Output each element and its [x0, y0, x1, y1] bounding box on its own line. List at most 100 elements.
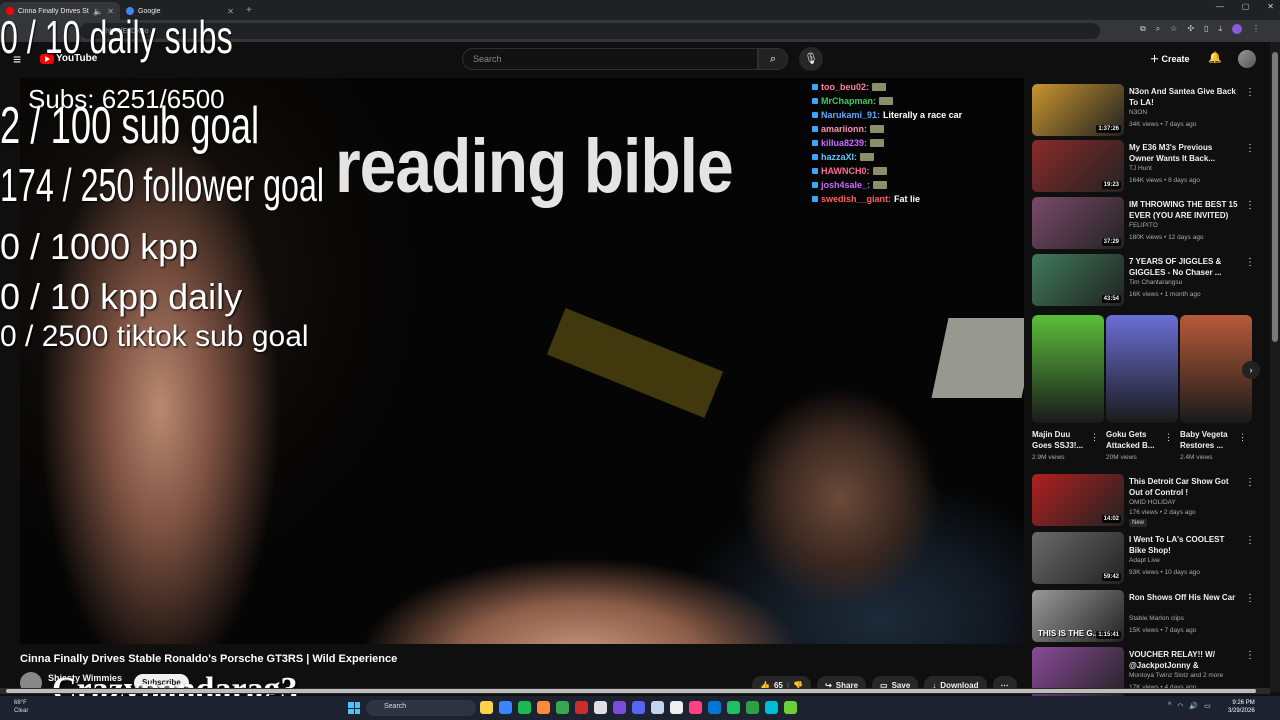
menu-kebab-icon[interactable]: ⋮	[1252, 24, 1260, 34]
more-options-icon[interactable]: ⋮	[1245, 650, 1255, 661]
new-tab-icon[interactable]: +	[246, 5, 252, 16]
sidebar-channel-name[interactable]: Adapt Live	[1129, 557, 1160, 564]
video-thumbnail[interactable]: 37:29	[1032, 197, 1124, 249]
video-thumbnail[interactable]: 19:23	[1032, 140, 1124, 192]
close-window-icon[interactable]: ✕	[1267, 2, 1274, 11]
more-options-icon[interactable]: ⋮	[1245, 257, 1255, 268]
sidebar-channel-name[interactable]: FELIPITO	[1129, 222, 1158, 229]
sidebar-video-title[interactable]: N3on And Santea Give Back To LA!	[1129, 86, 1239, 108]
taskbar-app-icon[interactable]	[613, 701, 626, 714]
taskbar-app-icon[interactable]	[594, 701, 607, 714]
volume-icon[interactable]: 🔊	[1189, 702, 1198, 710]
sidebar-channel-name[interactable]: OMID HOLIDAY	[1129, 499, 1176, 506]
taskbar-app-icon[interactable]	[499, 701, 512, 714]
sidebar-channel-name[interactable]: Tim Chantarangsu	[1129, 279, 1182, 286]
short-more-icon[interactable]: ⋮	[1238, 432, 1247, 443]
short-thumbnail[interactable]	[1032, 315, 1104, 423]
wifi-icon[interactable]: ◠	[1177, 702, 1183, 710]
more-options-icon[interactable]: ⋮	[1245, 477, 1255, 488]
create-button[interactable]: ＋ Create	[1150, 52, 1190, 65]
bookmark-star-icon[interactable]: ☆	[1170, 24, 1177, 34]
short-title[interactable]: Majin Duu Goes SSJ3!...	[1032, 429, 1092, 451]
chat-username[interactable]: too_beu02:	[821, 82, 869, 92]
sidebar-video-title[interactable]: This Detroit Car Show Got Out of Control…	[1129, 476, 1239, 498]
sidebar-channel-name[interactable]: N3ON	[1129, 109, 1147, 116]
profile-avatar[interactable]	[1232, 24, 1242, 34]
taskbar-app-icon[interactable]	[765, 701, 778, 714]
more-options-icon[interactable]: ⋮	[1245, 593, 1255, 604]
sidebar-video-item[interactable]: 19:23 My E36 M3's Previous Owner Wants It…	[1032, 140, 1262, 194]
url-field[interactable]: ...hUMfEdDX5o	[80, 23, 1100, 39]
vertical-scrollbar[interactable]	[1270, 42, 1280, 692]
taskbar-app-icon[interactable]	[556, 701, 569, 714]
chat-username[interactable]: killua8239:	[821, 138, 867, 148]
extensions-icon[interactable]: ✣	[1187, 24, 1194, 34]
sidebar-channel-name[interactable]: Stable Marlon clips	[1129, 615, 1184, 622]
windows-start-icon[interactable]	[348, 702, 360, 714]
short-more-icon[interactable]: ⋮	[1090, 432, 1099, 443]
chat-username[interactable]: josh4sale_:	[821, 180, 870, 190]
user-avatar[interactable]	[1238, 50, 1256, 68]
more-options-icon[interactable]: ⋮	[1245, 143, 1255, 154]
video-thumbnail[interactable]: 59:42	[1032, 532, 1124, 584]
short-title[interactable]: Goku Gets Attacked B...	[1106, 429, 1166, 451]
chat-username[interactable]: amariionn:	[821, 124, 867, 134]
taskbar-app-icon[interactable]	[518, 701, 531, 714]
shorts-next-icon[interactable]: ›	[1242, 361, 1260, 379]
taskbar-app-icon[interactable]	[689, 701, 702, 714]
taskbar-app-icon[interactable]	[784, 701, 797, 714]
short-title[interactable]: Baby Vegeta Restores ...	[1180, 429, 1240, 451]
chat-username[interactable]: Narukami_91:	[821, 110, 880, 120]
sidebar-video-item[interactable]: 1:37:26 N3on And Santea Give Back To LA! N…	[1032, 84, 1262, 138]
voice-search-button[interactable]: 🎙	[799, 47, 823, 71]
download-icon[interactable]: ⤓	[1218, 24, 1222, 34]
horizontal-scroll-thumb[interactable]	[6, 689, 1256, 693]
video-thumbnail[interactable]: THIS IS THE G... 1:15:41	[1032, 590, 1124, 642]
horizontal-scrollbar[interactable]	[0, 688, 1270, 694]
taskbar-app-icon[interactable]	[708, 701, 721, 714]
vertical-scroll-thumb[interactable]	[1272, 52, 1278, 342]
more-options-icon[interactable]: ⋮	[1245, 535, 1255, 546]
more-options-icon[interactable]: ⋮	[1245, 200, 1255, 211]
search-button[interactable]: ⌕	[758, 48, 788, 70]
battery-icon[interactable]: ▭	[1204, 702, 1211, 710]
taskbar-app-icon[interactable]	[727, 701, 740, 714]
taskbar-app-icon[interactable]	[746, 701, 759, 714]
taskbar-app-icon[interactable]	[670, 701, 683, 714]
sidebar-video-item[interactable]: 14:02 This Detroit Car Show Got Out of Co…	[1032, 474, 1262, 528]
video-thumbnail[interactable]: 43:54	[1032, 254, 1124, 306]
sidebar-video-item[interactable]: THIS IS THE G... 1:15:41 Ron Shows Off His…	[1032, 590, 1262, 644]
short-more-icon[interactable]: ⋮	[1164, 432, 1173, 443]
cast-icon[interactable]: ⧉	[1140, 24, 1146, 34]
sidepanel-icon[interactable]: ▯	[1204, 24, 1208, 34]
sidebar-video-title[interactable]: Ron Shows Off His New Car	[1129, 592, 1239, 603]
taskbar-clock[interactable]: 9:26 PM 3/29/2026	[1228, 699, 1255, 715]
sidebar-video-title[interactable]: VOUCHER RELAY!! W/ @JackpotJonny & @itsc…	[1129, 649, 1239, 673]
search-input[interactable]: Search	[462, 48, 758, 70]
sidebar-video-title[interactable]: I Went To LA's COOLEST Bike Shop!	[1129, 534, 1239, 556]
sidebar-video-item[interactable]: 43:54 7 YEARS OF JIGGLES & GIGGLES - No C…	[1032, 254, 1262, 308]
taskbar-app-icon[interactable]	[632, 701, 645, 714]
notifications-bell-icon[interactable]: 🔔	[1208, 51, 1222, 64]
chat-username[interactable]: HAWNCH0:	[821, 166, 870, 176]
more-options-icon[interactable]: ⋮	[1245, 87, 1255, 98]
video-thumbnail[interactable]: 14:02	[1032, 474, 1124, 526]
video-thumbnail[interactable]: 1:37:26	[1032, 84, 1124, 136]
sidebar-channel-name[interactable]: TJ Hunt	[1129, 165, 1152, 172]
chat-username[interactable]: swedish__giant:	[821, 194, 891, 204]
chat-username[interactable]: MrChapman:	[821, 96, 876, 106]
taskbar-search[interactable]: Search	[366, 700, 476, 716]
tray-chevron-icon[interactable]: ^	[1168, 702, 1171, 710]
taskbar-app-icon[interactable]	[651, 701, 664, 714]
zoom-icon[interactable]: ⌕	[1156, 24, 1160, 34]
taskbar-app-icon[interactable]	[575, 701, 588, 714]
weather-widget[interactable]: 68°F Clear	[14, 699, 28, 715]
minimize-icon[interactable]: —	[1216, 2, 1224, 11]
chat-username[interactable]: hazzaXl:	[821, 152, 857, 162]
sidebar-video-item[interactable]: 59:42 I Went To LA's COOLEST Bike Shop! Ad…	[1032, 532, 1262, 586]
sidebar-video-title[interactable]: IM THROWING THE BEST 15 EVER (YOU ARE IN…	[1129, 199, 1239, 221]
sidebar-video-title[interactable]: My E36 M3's Previous Owner Wants It Back…	[1129, 142, 1239, 164]
short-thumbnail[interactable]	[1106, 315, 1178, 423]
taskbar-app-icon[interactable]	[537, 701, 550, 714]
sidebar-channel-name[interactable]: Montoya Twinz Slotz and 2 more	[1129, 672, 1223, 679]
